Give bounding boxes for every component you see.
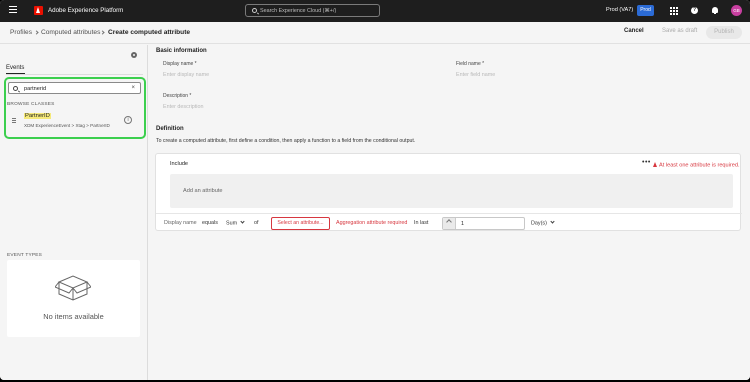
browse-classes-label: BROWSE CLASSES [7,102,55,107]
global-header: Adobe Experience Platform Search Experie… [0,0,750,22]
help-icon[interactable]: ? [691,7,698,14]
page-title: Create computed attribute [108,29,191,36]
main-content: Basic information Display name * Enter d… [149,45,750,380]
chevron-down-icon [240,219,245,224]
info-icon[interactable]: i [124,116,132,124]
display-name-token: Display name [164,220,197,226]
description-input[interactable]: Enter description [163,104,203,110]
stepper-up-button[interactable] [443,218,456,229]
tab-events[interactable]: Events [6,65,24,71]
class-item-path: XDM ExperienceEvent > Xtag > PartnerID [24,123,110,128]
of-label: of [254,220,259,226]
chevron-right-icon [100,30,105,35]
class-item-name: PartnerID [24,113,51,119]
event-types-label: EVENT TYPES [7,253,43,258]
add-attribute-text: Add an attribute [183,188,223,194]
function-row: Display name equals Sum of Select an att… [156,213,742,231]
clear-search-icon[interactable]: × [131,85,135,91]
lookback-value: 1 [461,220,464,227]
settings-gear-icon[interactable] [131,52,137,58]
app-title[interactable]: Adobe Experience Platform [48,7,123,14]
tab-divider [6,74,143,75]
equals-label: equals [202,220,218,226]
definition-description: To create a computed attribute, first de… [156,138,416,144]
global-search-placeholder: Search Experience Cloud (⌘+/) [260,8,337,14]
search-icon [252,8,257,13]
user-avatar[interactable]: GB [731,5,742,16]
environment-badge[interactable]: Prod [637,5,654,16]
more-options-icon[interactable]: ••• [642,159,651,166]
alert-icon [653,162,657,167]
class-item-partnerid[interactable]: PartnerID XDM ExperienceEvent > Xtag > P… [6,108,142,134]
breadcrumb-computed-attributes[interactable]: Computed attributes [41,29,100,36]
breadcrumb-profiles[interactable]: Profiles [10,29,32,36]
adobe-logo [34,6,43,15]
unit-select[interactable]: Day(s) [531,219,555,227]
description-label: Description * [163,93,192,99]
function-select[interactable]: Sum [226,219,245,227]
save-as-draft-button[interactable]: Save as draft [662,28,697,34]
chevron-right-icon [34,30,39,35]
display-name-input[interactable]: Enter display name [163,72,209,78]
attribute-drop-zone[interactable]: Add an attribute [170,174,733,208]
search-icon [13,85,18,91]
in-last-label: In last [414,220,429,226]
left-rail: Events partnerid × BROWSE CLASSES Partne… [0,45,148,380]
global-search[interactable]: Search Experience Cloud (⌘+/) [245,4,380,17]
publish-button[interactable]: Publish [706,26,742,39]
event-types-panel: No items available [7,260,140,337]
field-name-input[interactable]: Enter field name [456,72,495,78]
basic-info-heading: Basic information [156,48,207,54]
breadcrumb-bar: Profiles Computed attributes Create comp… [0,22,750,44]
empty-state-text: No items available [43,312,104,321]
unit-select-value: Day(s) [531,220,547,227]
attribute-error: At least one attribute is required. [653,162,740,169]
chevron-down-icon [550,219,555,224]
select-attribute-button[interactable]: Select an attribute... [271,217,330,230]
field-name-label: Field name * [456,61,485,67]
apps-grid-icon[interactable] [670,7,678,15]
lookback-stepper[interactable]: 1 [442,217,525,230]
drag-handle-icon[interactable] [12,118,16,123]
include-label: Include [170,161,189,167]
cancel-button[interactable]: Cancel [624,28,644,34]
event-search-value: partnerid [24,85,47,92]
attribute-error-text: At least one attribute is required. [659,162,740,169]
aggregation-error: Aggregation attribute required [336,220,408,226]
event-search-input[interactable]: partnerid × [8,82,141,94]
empty-box-icon [55,275,91,301]
display-name-label: Display name * [163,61,197,67]
function-select-value: Sum [226,220,238,227]
menu-icon[interactable] [9,6,17,14]
org-switcher[interactable]: Prod (VA7) [606,7,633,13]
notifications-bell-icon[interactable] [712,7,718,14]
definition-heading: Definition [156,126,184,132]
app-window: Adobe Experience Platform Search Experie… [0,0,750,380]
definition-card: Include ••• At least one attribute is re… [155,153,742,231]
